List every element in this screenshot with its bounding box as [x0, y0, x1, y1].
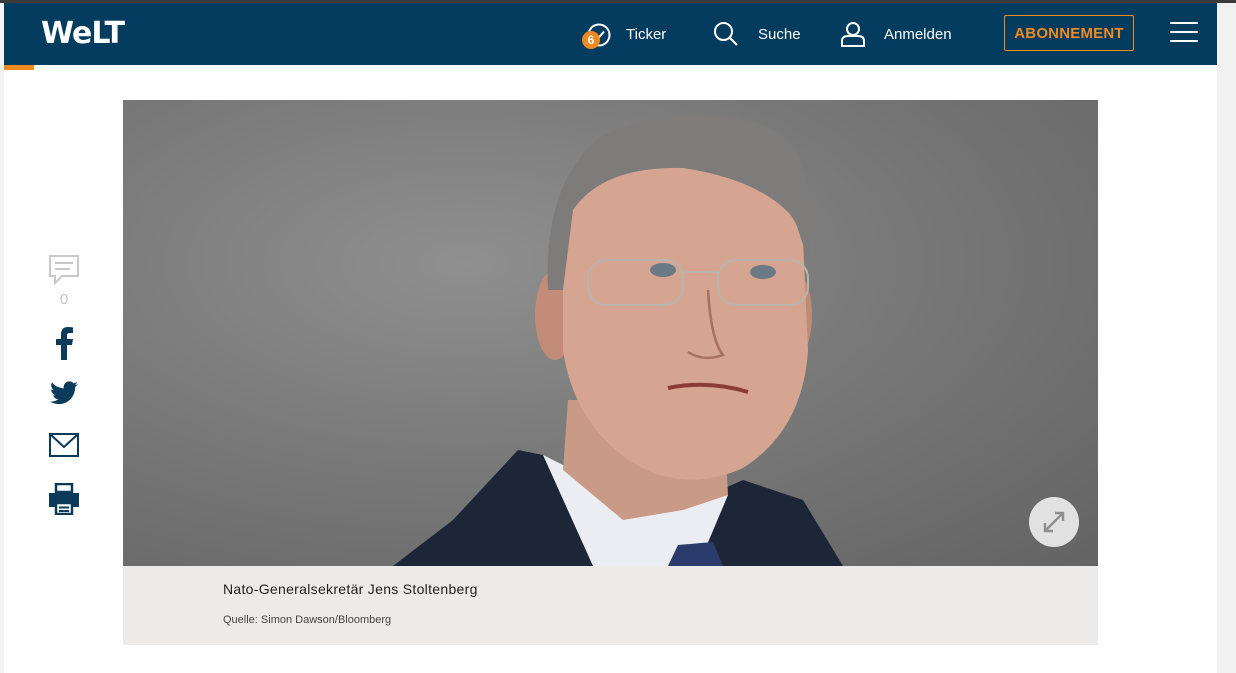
login-label: Anmelden [884, 25, 952, 43]
search-button[interactable]: Suche [713, 3, 801, 65]
print-icon [49, 483, 79, 515]
mail-share-button[interactable] [46, 430, 82, 460]
comment-count: 0 [59, 291, 69, 308]
site-header: WeLT 6 Ticker Suche Anmelden ABONNEMENT [4, 3, 1217, 65]
expand-icon [1043, 511, 1065, 533]
article-photo[interactable] [123, 100, 1098, 566]
ticker-icon: 6 [582, 21, 612, 49]
article-figure: Nato-Generalsekretär Jens Stoltenberg Qu… [123, 100, 1098, 645]
portrait-illustration [393, 114, 843, 566]
comment-icon [49, 255, 79, 286]
facebook-share-button[interactable] [46, 326, 82, 360]
image-caption: Nato-Generalsekretär Jens Stoltenberg Qu… [123, 566, 1098, 645]
subscription-button[interactable]: ABONNEMENT [1004, 15, 1134, 51]
hamburger-menu-icon[interactable] [1170, 22, 1198, 46]
print-button[interactable] [46, 482, 82, 516]
ticker-button[interactable]: 6 Ticker [582, 3, 667, 65]
share-bar: 0 [46, 253, 82, 516]
twitter-icon [50, 381, 78, 405]
caption-text: Nato-Generalsekretär Jens Stoltenberg [223, 581, 478, 597]
ticker-label: Ticker [626, 25, 667, 43]
user-icon [840, 21, 866, 47]
comments-button[interactable] [46, 253, 82, 287]
section-accent-bar [4, 65, 34, 70]
twitter-share-button[interactable] [46, 378, 82, 408]
facebook-icon [56, 326, 73, 360]
search-icon [713, 21, 739, 47]
caption-source: Quelle: Simon Dawson/Bloomberg [223, 614, 392, 626]
expand-image-button[interactable] [1029, 497, 1079, 547]
page: WeLT 6 Ticker Suche Anmelden ABONNEMENT … [4, 3, 1217, 673]
ticker-badge: 6 [582, 31, 600, 49]
search-label: Suche [758, 25, 801, 43]
login-button[interactable]: Anmelden [840, 3, 952, 65]
welt-logo[interactable]: WeLT [41, 16, 125, 52]
page-gutter [1217, 3, 1236, 673]
mail-icon [49, 433, 79, 457]
